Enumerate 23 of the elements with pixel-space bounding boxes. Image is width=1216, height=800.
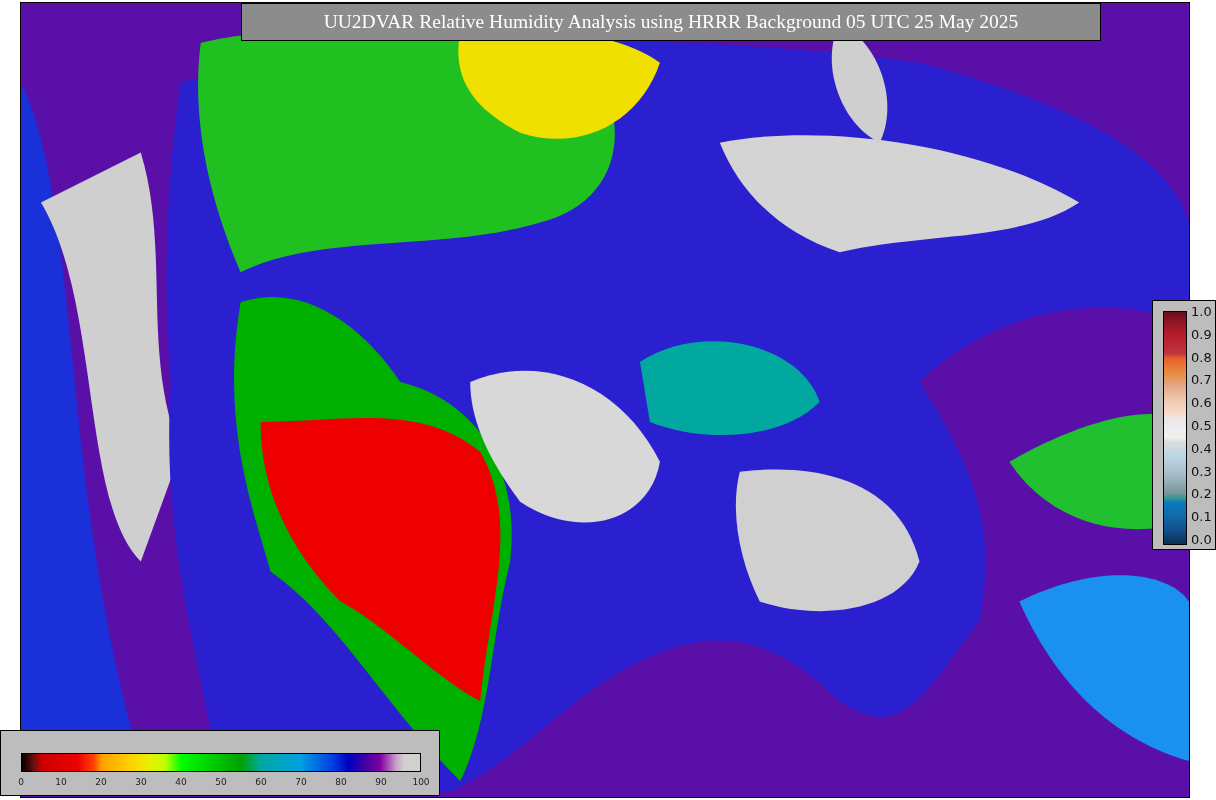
- scale-tick-label: 90: [374, 777, 388, 787]
- scale-tick-label: 0.8: [1191, 350, 1212, 365]
- scale-tick-label: 0: [17, 777, 25, 787]
- scale-tick-label: 40: [174, 777, 188, 787]
- scale-tick-label: 10: [54, 777, 68, 787]
- scale-tick-label: 0.9: [1191, 327, 1212, 342]
- scale-tick-label: 0.5: [1191, 419, 1212, 433]
- scale-tick-label: 0.6: [1191, 396, 1212, 411]
- map-title: UU2DVAR Relative Humidity Analysis using HRRR Background 05 UTC 25 May 2025: [241, 3, 1101, 41]
- scale-tick-label: 50: [214, 777, 228, 787]
- scale-tick-label: 0.1: [1191, 510, 1212, 525]
- scale-tick-label: 0.7: [1191, 373, 1212, 388]
- scale-tick-label: 30: [134, 777, 148, 787]
- scale-tick-label: 0.0: [1191, 532, 1212, 547]
- scale-tick-label: 100: [411, 777, 431, 787]
- scale-tick-label: 60: [254, 777, 268, 787]
- scale-tick-label: 1.0: [1191, 305, 1212, 319]
- scale-tick-label: 0.4: [1191, 441, 1212, 456]
- scale-tick-label: 80: [334, 777, 348, 787]
- scale-tick-label: 0.3: [1191, 464, 1212, 479]
- scale-tick-label: 70: [294, 777, 308, 787]
- scale-tick-label: 0.2: [1191, 487, 1212, 502]
- scale-tick-label: 20: [94, 777, 108, 787]
